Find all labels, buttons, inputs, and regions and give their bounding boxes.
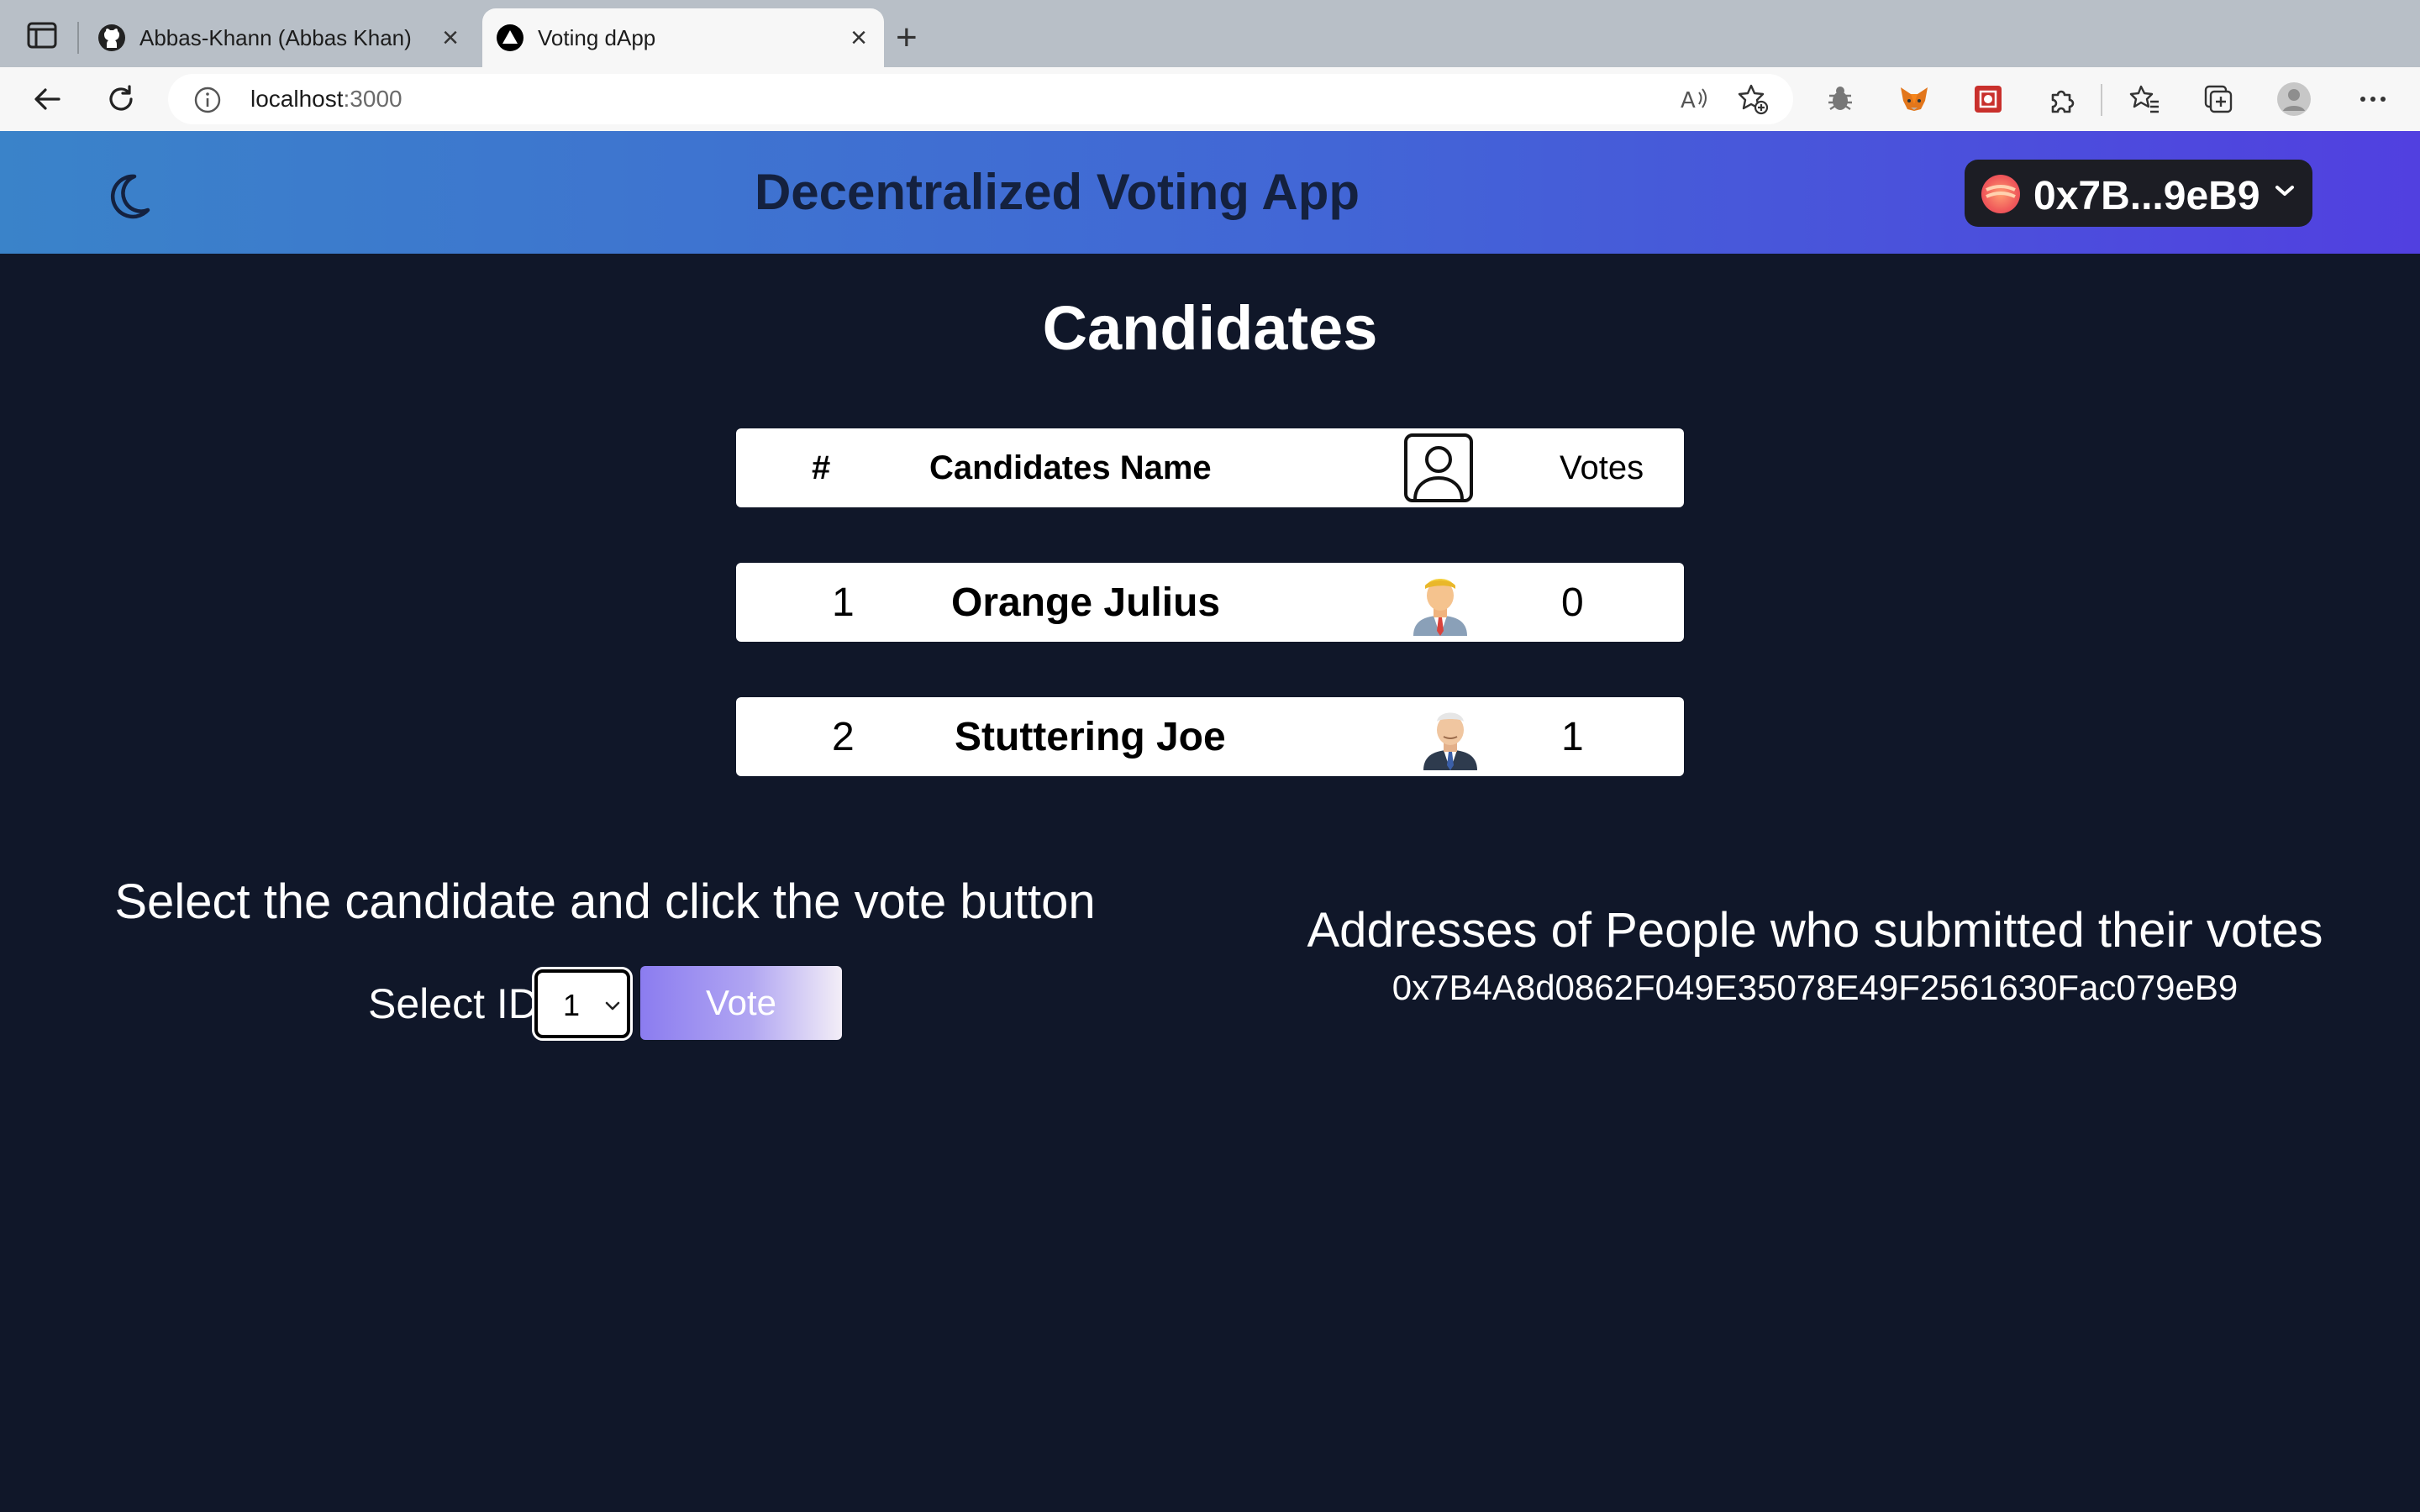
metamask-fox-icon[interactable] [1894,79,1934,119]
tab-actions-icon[interactable] [25,18,59,52]
candidate-id: 1 [832,580,855,625]
candidate-votes: 0 [1561,580,1584,625]
reload-icon[interactable] [101,79,141,119]
app-header: Decentralized Voting App 0x7B...9eB9 [0,131,2420,254]
more-options-icon[interactable] [2353,79,2393,119]
app-triangle-icon [497,24,523,51]
table-row: 2 Stuttering Joe 1 [736,697,1684,776]
select-id-label: Select ID [368,980,539,1027]
browser-toolbar: localhost:3000 A [0,67,2420,131]
tab-voting-dapp[interactable]: Voting dApp × [482,8,884,67]
url-text: localhost:3000 [250,86,402,113]
chevron-down-icon [2275,186,2294,196]
tab-title: Abbas-Khann (Abbas Khan) [139,24,412,50]
candidate-name: Orange Julius [951,580,1221,625]
column-header-id: # [812,449,831,486]
person-outline-icon [1403,428,1474,507]
tab-github[interactable]: Abbas-Khann (Abbas Khan) × [84,8,476,67]
candidate-name: Stuttering Joe [955,714,1226,759]
wallet-address: 0x7B...9eB9 [2033,174,2260,218]
close-tab-icon[interactable]: × [850,22,867,55]
favorites-icon[interactable] [2124,79,2165,119]
toolbar-divider [2101,84,2102,116]
browser-tabstrip: Abbas-Khann (Abbas Khan) × Voting dApp ×… [0,0,2420,67]
url-host: localhost [250,86,344,112]
bug-extension-icon[interactable] [1820,79,1860,119]
app-title: Decentralized Voting App [754,164,1360,220]
address-bar[interactable]: localhost:3000 A [168,74,1793,124]
collections-icon[interactable] [2198,79,2238,119]
column-header-name: Candidates Name [929,449,1212,486]
add-favorite-icon[interactable] [1736,82,1770,116]
tabstrip-divider [77,22,79,54]
man-blond-suit-emoji-icon [1408,563,1472,642]
github-icon [98,24,125,51]
extensions-icon[interactable] [2042,79,2082,119]
old-man-suit-emoji-icon [1418,697,1482,776]
candidate-id: 2 [832,714,855,759]
candidate-id-select[interactable]: 1 [532,967,633,1041]
selected-id-value: 1 [563,988,581,1022]
voter-address: 0x7B4A8d0862F049E35078E49F2561630Fac079e… [1392,968,2238,1007]
puzzle-red-extension-icon[interactable] [1968,79,2008,119]
new-tab-icon[interactable]: + [896,17,918,59]
vote-button[interactable]: Vote [640,966,842,1040]
url-port: :3000 [343,86,402,112]
close-tab-icon[interactable]: × [442,22,459,55]
profile-avatar-icon[interactable] [2274,79,2314,119]
back-icon[interactable] [27,79,67,119]
site-info-icon[interactable] [193,86,222,114]
tab-title: Voting dApp [538,24,656,50]
wallet-account-button[interactable]: 0x7B...9eB9 [1965,160,2312,227]
svg-text:A: A [1681,88,1696,113]
read-aloud-icon[interactable]: A [1677,82,1711,116]
voters-heading: Addresses of People who submitted their … [1307,903,2323,958]
wallet-avatar [1981,175,2020,213]
table-header-row: # Candidates Name Votes [736,428,1684,507]
table-row: 1 Orange Julius 0 [736,563,1684,642]
vote-instructions: Select the candidate and click the vote … [114,874,1096,929]
chevron-down-icon [605,1001,620,1011]
candidates-heading: Candidates [1042,293,1378,363]
column-header-votes: Votes [1560,449,1644,486]
candidate-votes: 1 [1561,714,1584,759]
